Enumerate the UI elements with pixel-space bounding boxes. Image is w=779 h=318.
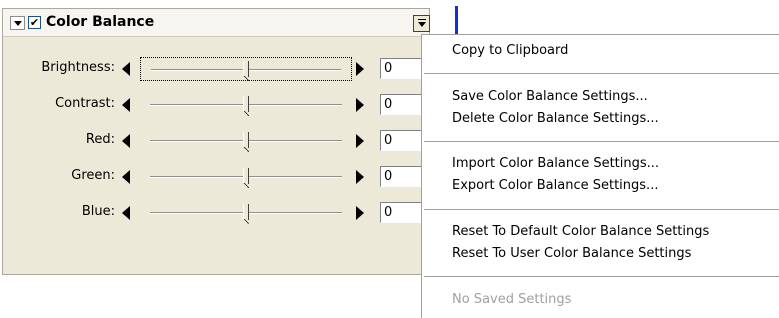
- menu-separator: [424, 73, 779, 74]
- menu-item-export-settings[interactable]: Export Color Balance Settings...: [452, 178, 658, 193]
- increase-arrow-icon[interactable]: [356, 98, 364, 112]
- enable-checkbox[interactable]: ✔: [28, 16, 41, 29]
- menu-separator: [424, 141, 779, 142]
- menu-separator: [424, 276, 779, 277]
- increase-arrow-icon[interactable]: [356, 170, 364, 184]
- context-menu: Copy to Clipboard Save Color Balance Set…: [421, 34, 779, 318]
- slider-row-contrast: Contrast: 0: [3, 91, 431, 119]
- slider-label: Contrast:: [55, 96, 115, 111]
- color-balance-panel: ✔ Color Balance Brightness: 0 Contrast: …: [2, 8, 431, 275]
- panel-header: ✔ Color Balance: [3, 9, 430, 37]
- slider-row-blue: Blue: 0: [3, 199, 431, 227]
- panel-menu-button[interactable]: [413, 15, 430, 32]
- slider-thumb[interactable]: [243, 132, 249, 152]
- slider-row-brightness: Brightness: 0: [3, 55, 431, 83]
- decrease-arrow-icon[interactable]: [122, 62, 130, 76]
- decrease-arrow-icon[interactable]: [122, 170, 130, 184]
- slider-label: Brightness:: [41, 60, 115, 75]
- menu-item-reset-default[interactable]: Reset To Default Color Balance Settings: [452, 224, 709, 239]
- green-slider[interactable]: [140, 165, 352, 189]
- menu-separator: [424, 209, 779, 210]
- slider-thumb[interactable]: [243, 61, 249, 81]
- slider-thumb[interactable]: [243, 96, 249, 116]
- slider-row-red: Red: 0: [3, 127, 431, 155]
- red-slider[interactable]: [140, 129, 352, 153]
- collapse-toggle-button[interactable]: [10, 16, 25, 30]
- slider-label: Blue:: [81, 204, 115, 219]
- menu-item-no-saved-settings: No Saved Settings: [452, 292, 572, 307]
- slider-thumb[interactable]: [243, 204, 249, 224]
- decrease-arrow-icon[interactable]: [122, 134, 130, 148]
- slider-thumb[interactable]: [243, 168, 249, 188]
- slider-label: Green:: [71, 168, 115, 183]
- slider-row-green: Green: 0: [3, 163, 431, 191]
- panel-title: Color Balance: [46, 14, 155, 30]
- menu-item-reset-user[interactable]: Reset To User Color Balance Settings: [452, 246, 691, 261]
- slider-label: Red:: [85, 132, 115, 147]
- menu-item-import-settings[interactable]: Import Color Balance Settings...: [452, 156, 659, 171]
- menu-item-save-settings[interactable]: Save Color Balance Settings...: [452, 89, 648, 104]
- decrease-arrow-icon[interactable]: [122, 98, 130, 112]
- decrease-arrow-icon[interactable]: [122, 206, 130, 220]
- menu-item-delete-settings[interactable]: Delete Color Balance Settings...: [452, 111, 659, 126]
- blue-slider[interactable]: [140, 201, 352, 225]
- increase-arrow-icon[interactable]: [356, 134, 364, 148]
- menu-item-copy-to-clipboard[interactable]: Copy to Clipboard: [452, 43, 568, 58]
- brightness-slider[interactable]: [140, 57, 352, 81]
- increase-arrow-icon[interactable]: [356, 206, 364, 220]
- increase-arrow-icon[interactable]: [356, 62, 364, 76]
- contrast-slider[interactable]: [140, 93, 352, 117]
